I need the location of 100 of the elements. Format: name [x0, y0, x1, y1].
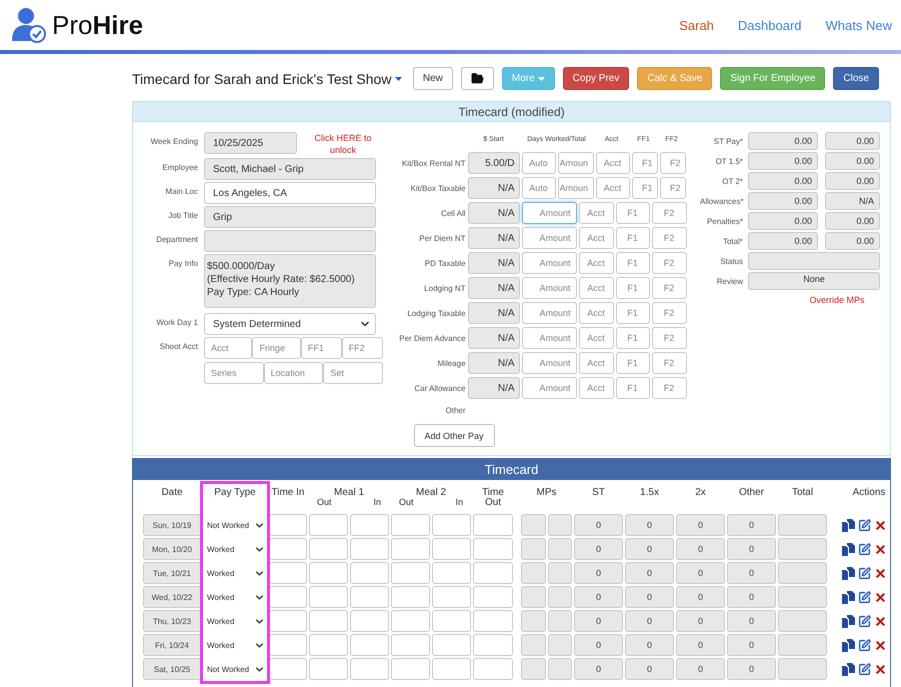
- time-input[interactable]: [391, 562, 430, 584]
- allowance-input[interactable]: Acct: [596, 152, 630, 174]
- time-input[interactable]: [473, 634, 513, 656]
- allowance-input[interactable]: Amount: [522, 277, 577, 299]
- time-input[interactable]: [269, 586, 307, 608]
- allowance-input[interactable]: F2: [660, 177, 686, 199]
- account-input[interactable]: Location: [264, 362, 324, 384]
- time-input[interactable]: [309, 514, 348, 536]
- time-input[interactable]: [309, 610, 348, 632]
- allowance-input[interactable]: Amount: [522, 252, 577, 274]
- time-input[interactable]: [432, 586, 471, 608]
- delete-icon[interactable]: [874, 662, 887, 676]
- time-input[interactable]: [269, 634, 307, 656]
- allowance-input[interactable]: F2: [660, 152, 686, 174]
- delete-icon[interactable]: [874, 542, 887, 556]
- allowance-input[interactable]: F2: [652, 327, 687, 349]
- allowance-input[interactable]: Auto: [522, 152, 556, 174]
- caret-icon[interactable]: [395, 76, 402, 80]
- time-input[interactable]: [391, 658, 430, 680]
- time-input[interactable]: [309, 658, 348, 680]
- allowance-input[interactable]: F2: [652, 352, 687, 374]
- allowance-input[interactable]: Acct: [578, 227, 614, 249]
- allowance-input[interactable]: F1: [616, 252, 650, 274]
- nav-link[interactable]: Sarah: [679, 18, 714, 32]
- allowance-input[interactable]: Amount: [522, 377, 577, 399]
- time-input[interactable]: [391, 538, 430, 560]
- allowance-input[interactable]: Acct: [578, 352, 614, 374]
- copy-icon[interactable]: [842, 542, 855, 556]
- allowance-input[interactable]: F1: [616, 327, 650, 349]
- allowance-input[interactable]: Acct: [596, 177, 630, 199]
- allowance-input[interactable]: F1: [632, 152, 658, 174]
- time-input[interactable]: [350, 514, 389, 536]
- nav-link[interactable]: Dashboard: [738, 18, 802, 32]
- time-input[interactable]: [391, 586, 430, 608]
- allowance-input[interactable]: Acct: [578, 327, 614, 349]
- allowance-input[interactable]: Acct: [578, 252, 614, 274]
- delete-icon[interactable]: [874, 590, 887, 604]
- time-input[interactable]: [309, 538, 348, 560]
- allowance-input[interactable]: Auto: [522, 177, 556, 199]
- allowance-input[interactable]: F1: [616, 377, 650, 399]
- allowance-input[interactable]: Amount: [522, 202, 577, 224]
- allowance-input[interactable]: F2: [652, 277, 687, 299]
- time-input[interactable]: [391, 514, 430, 536]
- time-input[interactable]: [473, 538, 513, 560]
- time-input[interactable]: [432, 610, 471, 632]
- toolbar-button[interactable]: Close: [833, 67, 879, 90]
- account-input[interactable]: Set: [323, 362, 384, 384]
- edit-icon[interactable]: [858, 566, 871, 580]
- toolbar-button[interactable]: Copy Prev: [562, 67, 630, 90]
- time-input[interactable]: [473, 586, 513, 608]
- allowance-input[interactable]: F2: [652, 227, 687, 249]
- toolbar-button[interactable]: New: [412, 67, 453, 90]
- time-input[interactable]: [473, 562, 513, 584]
- time-input[interactable]: [432, 562, 471, 584]
- copy-icon[interactable]: [842, 638, 855, 652]
- allowance-input[interactable]: Amoun: [558, 152, 594, 174]
- allowance-input[interactable]: Acct: [578, 377, 614, 399]
- time-input[interactable]: [432, 538, 471, 560]
- copy-icon[interactable]: [842, 614, 855, 628]
- override-link[interactable]: Override MPs: [771, 295, 901, 305]
- time-input[interactable]: [309, 586, 348, 608]
- edit-icon[interactable]: [858, 590, 871, 604]
- time-input[interactable]: [350, 562, 389, 584]
- allowance-input[interactable]: F1: [616, 227, 650, 249]
- time-input[interactable]: [350, 634, 389, 656]
- text-field[interactable]: Los Angeles, CA: [204, 182, 376, 204]
- allowance-input[interactable]: F2: [652, 252, 687, 274]
- open-button[interactable]: [460, 67, 494, 90]
- allowance-input[interactable]: F1: [616, 277, 650, 299]
- allowance-input[interactable]: F2: [652, 377, 687, 399]
- time-input[interactable]: [269, 562, 307, 584]
- allowance-input[interactable]: F1: [616, 352, 650, 374]
- allowance-input[interactable]: Amount: [522, 327, 577, 349]
- allowance-input[interactable]: F1: [616, 302, 650, 324]
- time-input[interactable]: [350, 538, 389, 560]
- allowance-input[interactable]: Amount: [522, 302, 577, 324]
- time-input[interactable]: [473, 514, 513, 536]
- edit-icon[interactable]: [858, 542, 871, 556]
- copy-icon[interactable]: [842, 662, 855, 676]
- copy-icon[interactable]: [842, 518, 855, 532]
- allowance-input[interactable]: F1: [632, 177, 658, 199]
- delete-icon[interactable]: [874, 566, 887, 580]
- allowance-input[interactable]: Acct: [578, 202, 614, 224]
- time-input[interactable]: [350, 586, 389, 608]
- allowance-input[interactable]: Amoun: [558, 177, 594, 199]
- allowance-input[interactable]: F2: [652, 202, 687, 224]
- time-input[interactable]: [473, 658, 513, 680]
- add-other-pay-button[interactable]: Add Other Pay: [414, 424, 495, 447]
- account-input[interactable]: Series: [204, 362, 264, 384]
- copy-icon[interactable]: [842, 590, 855, 604]
- time-input[interactable]: [350, 610, 389, 632]
- account-input[interactable]: FF1: [300, 337, 342, 359]
- time-input[interactable]: [473, 610, 513, 632]
- work-day-select[interactable]: System Determined: [204, 313, 376, 335]
- allowance-input[interactable]: F2: [652, 302, 687, 324]
- edit-icon[interactable]: [858, 638, 871, 652]
- allowance-input[interactable]: Acct: [578, 277, 614, 299]
- delete-icon[interactable]: [874, 518, 887, 532]
- time-input[interactable]: [269, 538, 307, 560]
- delete-icon[interactable]: [874, 614, 887, 628]
